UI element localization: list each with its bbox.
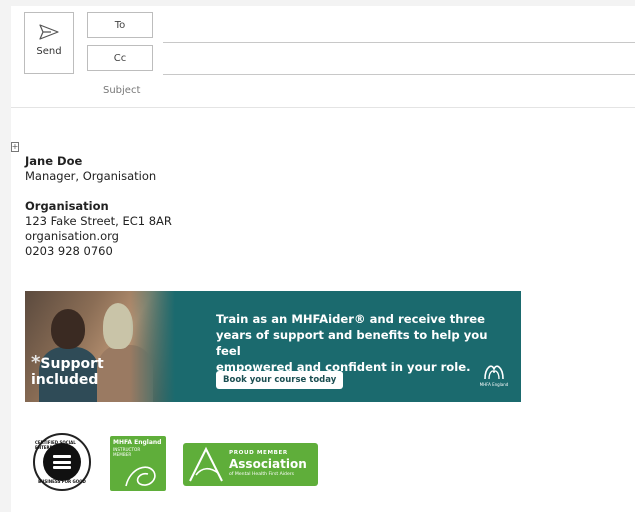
header-divider	[11, 107, 635, 108]
signature-phone: 0203 928 0760	[25, 244, 113, 258]
send-icon	[39, 24, 59, 40]
signature-title: Manager, Organisation	[25, 169, 157, 183]
mhfa-banner[interactable]: *Support included Train as an MHFAider® …	[25, 291, 521, 402]
association-member-badge: PROUD MEMBER Association of Mental Healt…	[183, 443, 318, 486]
social-enterprise-badge: CERTIFIED SOCIAL ENTERPRISE BUSINESS FOR…	[33, 433, 91, 491]
table-anchor-icon[interactable]: +	[11, 142, 19, 152]
signature-name: Jane Doe	[25, 154, 83, 168]
to-button[interactable]: To	[87, 12, 153, 38]
mhfa-logo-icon	[484, 365, 504, 380]
signature-org-block: Organisation 123 Fake Street, EC1 8AR or…	[25, 199, 172, 259]
cc-button[interactable]: Cc	[87, 45, 153, 71]
compose-window: Send To Cc Subject + Jane Doe Manager, O…	[11, 6, 635, 512]
subject-field[interactable]: Subject	[103, 85, 140, 96]
signature-website[interactable]: organisation.org	[25, 229, 172, 244]
banner-message: Train as an MHFAider® and receive three …	[216, 312, 488, 374]
signature-address: 123 Fake Street, EC1 8AR	[25, 214, 172, 228]
to-input[interactable]	[163, 42, 635, 43]
cc-input[interactable]	[163, 74, 635, 75]
association-a-icon	[189, 446, 223, 482]
support-included-text: *Support included	[31, 352, 104, 389]
instructor-swirl-icon	[125, 466, 156, 487]
mhfa-instructor-badge: MHFA England INSTRUCTOR MEMBER	[110, 436, 166, 491]
book-course-button[interactable]: Book your course today	[216, 371, 344, 389]
signature-name-block: Jane Doe Manager, Organisation	[25, 154, 156, 184]
mhfa-england-logo: MHFA England	[477, 361, 511, 395]
send-label: Send	[36, 46, 62, 57]
send-button[interactable]: Send	[24, 12, 74, 74]
signature-org-name: Organisation	[25, 199, 109, 213]
